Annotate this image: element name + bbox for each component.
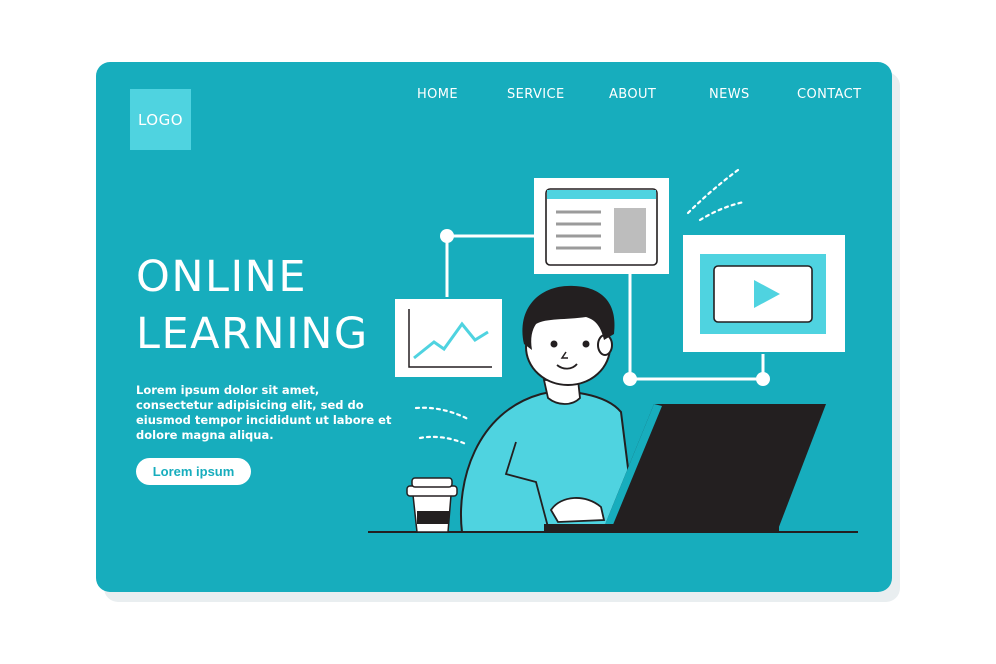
connector-node bbox=[623, 372, 637, 386]
connector-node bbox=[440, 229, 454, 243]
landing-page-card: LOGO HOME SERVICE ABOUT NEWS CONTACT ONL… bbox=[96, 62, 892, 592]
chart-window-icon bbox=[395, 299, 502, 377]
video-window-icon bbox=[683, 235, 845, 352]
coffee-cup-icon bbox=[406, 477, 458, 533]
article-window-icon bbox=[534, 178, 669, 274]
online-learning-illustration bbox=[368, 168, 858, 533]
connector-node bbox=[756, 372, 770, 386]
